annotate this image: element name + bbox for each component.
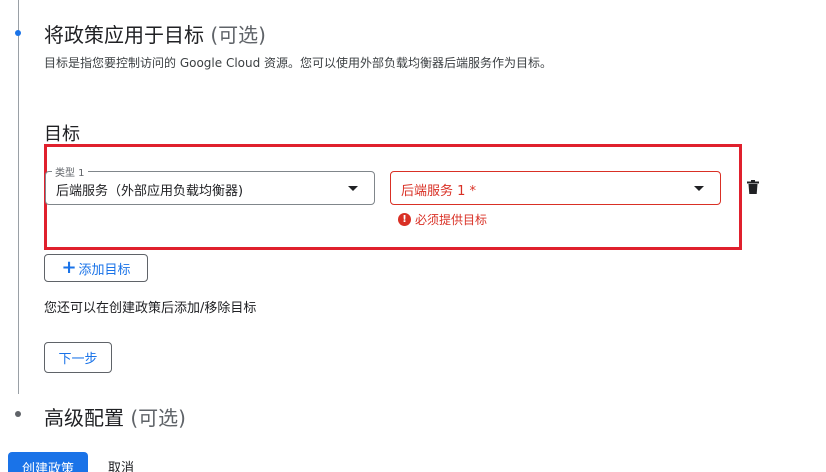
next-label: 下一步 [58, 352, 98, 367]
optional-label: (可选) [210, 23, 266, 47]
trash-icon[interactable] [745, 179, 761, 195]
error-icon: ! [398, 213, 411, 226]
optional-label: (可选) [130, 406, 186, 430]
create-policy-button[interactable]: 创建政策 [8, 452, 88, 472]
cancel-button[interactable]: 取消 [108, 457, 134, 472]
targets-heading: 目标 [44, 124, 80, 145]
caret-down-icon [348, 186, 358, 191]
add-target-button[interactable]: + 添加目标 [44, 254, 148, 282]
step-indicator-inactive [15, 411, 21, 417]
step-title-apply-to-targets[interactable]: 将政策应用于目标 (可选) [44, 19, 266, 48]
target-type-value: 后端服务（外部应用负载均衡器) [56, 184, 244, 199]
backend-service-select[interactable]: 后端服务 1 * [390, 171, 721, 205]
validation-error: ! 必须提供目标 [398, 211, 487, 228]
stepper-line [18, 0, 19, 394]
caret-down-icon [694, 186, 704, 191]
step-description: 目标是指您要控制访问的 Google Cloud 资源。您可以使用外部负载均衡器… [44, 56, 553, 70]
step-title-text: 高级配置 [44, 406, 124, 430]
step-indicator-active [15, 30, 21, 36]
backend-service-placeholder: 后端服务 1 * [401, 184, 477, 199]
add-target-label: 添加目标 [78, 262, 131, 278]
targets-note: 您还可以在创建政策后添加/移除目标 [44, 301, 257, 316]
target-type-label: 类型 1 [52, 164, 88, 179]
target-type-select[interactable]: 类型 1 后端服务（外部应用负载均衡器) [45, 164, 375, 205]
next-button[interactable]: 下一步 [44, 342, 112, 373]
plus-icon: + [61, 257, 77, 278]
step-title-text: 将政策应用于目标 [44, 23, 204, 47]
step-title-advanced-config[interactable]: 高级配置 (可选) [44, 402, 186, 431]
error-text: 必须提供目标 [415, 213, 488, 227]
